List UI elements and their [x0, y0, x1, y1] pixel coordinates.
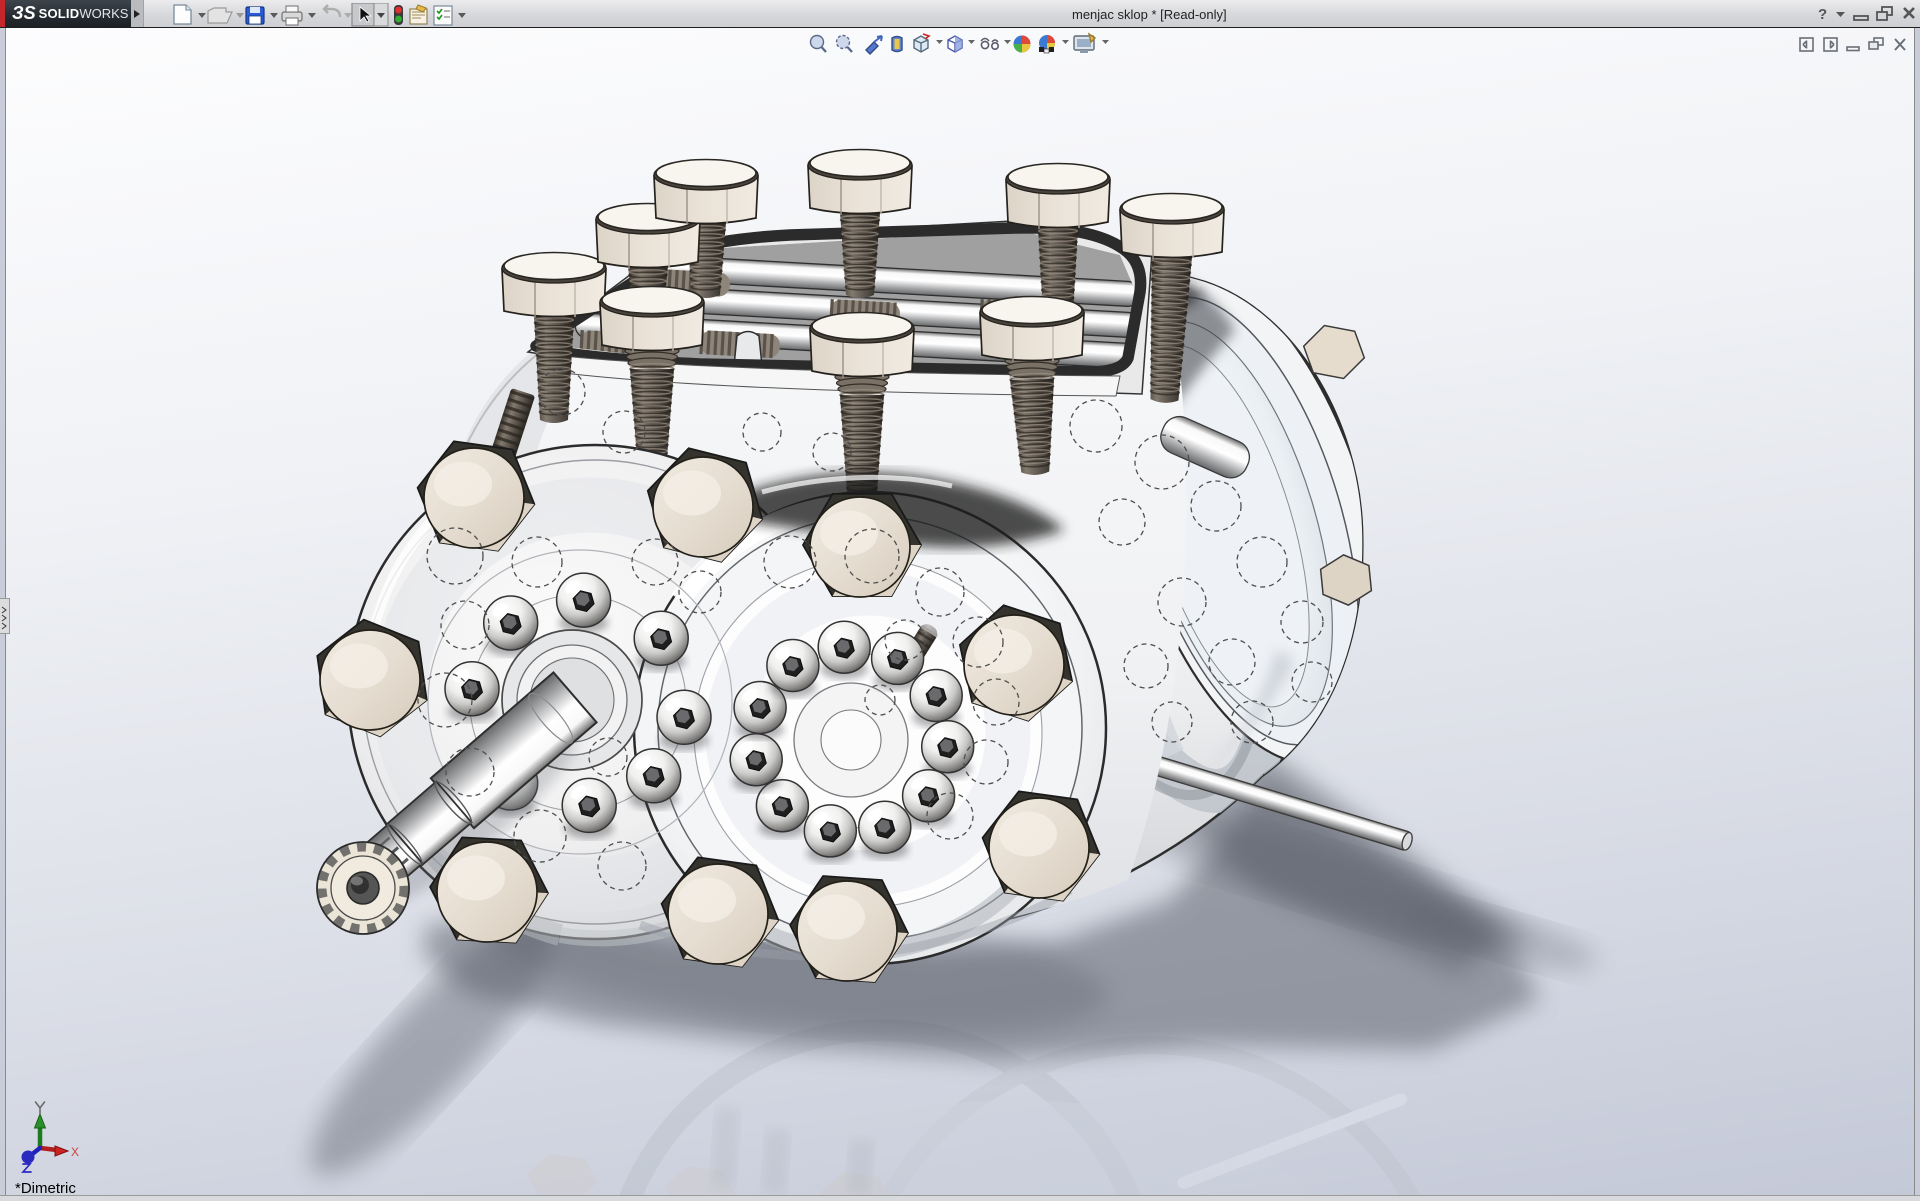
- svg-text:?: ?: [1818, 6, 1827, 23]
- svg-text:X: X: [71, 1145, 79, 1159]
